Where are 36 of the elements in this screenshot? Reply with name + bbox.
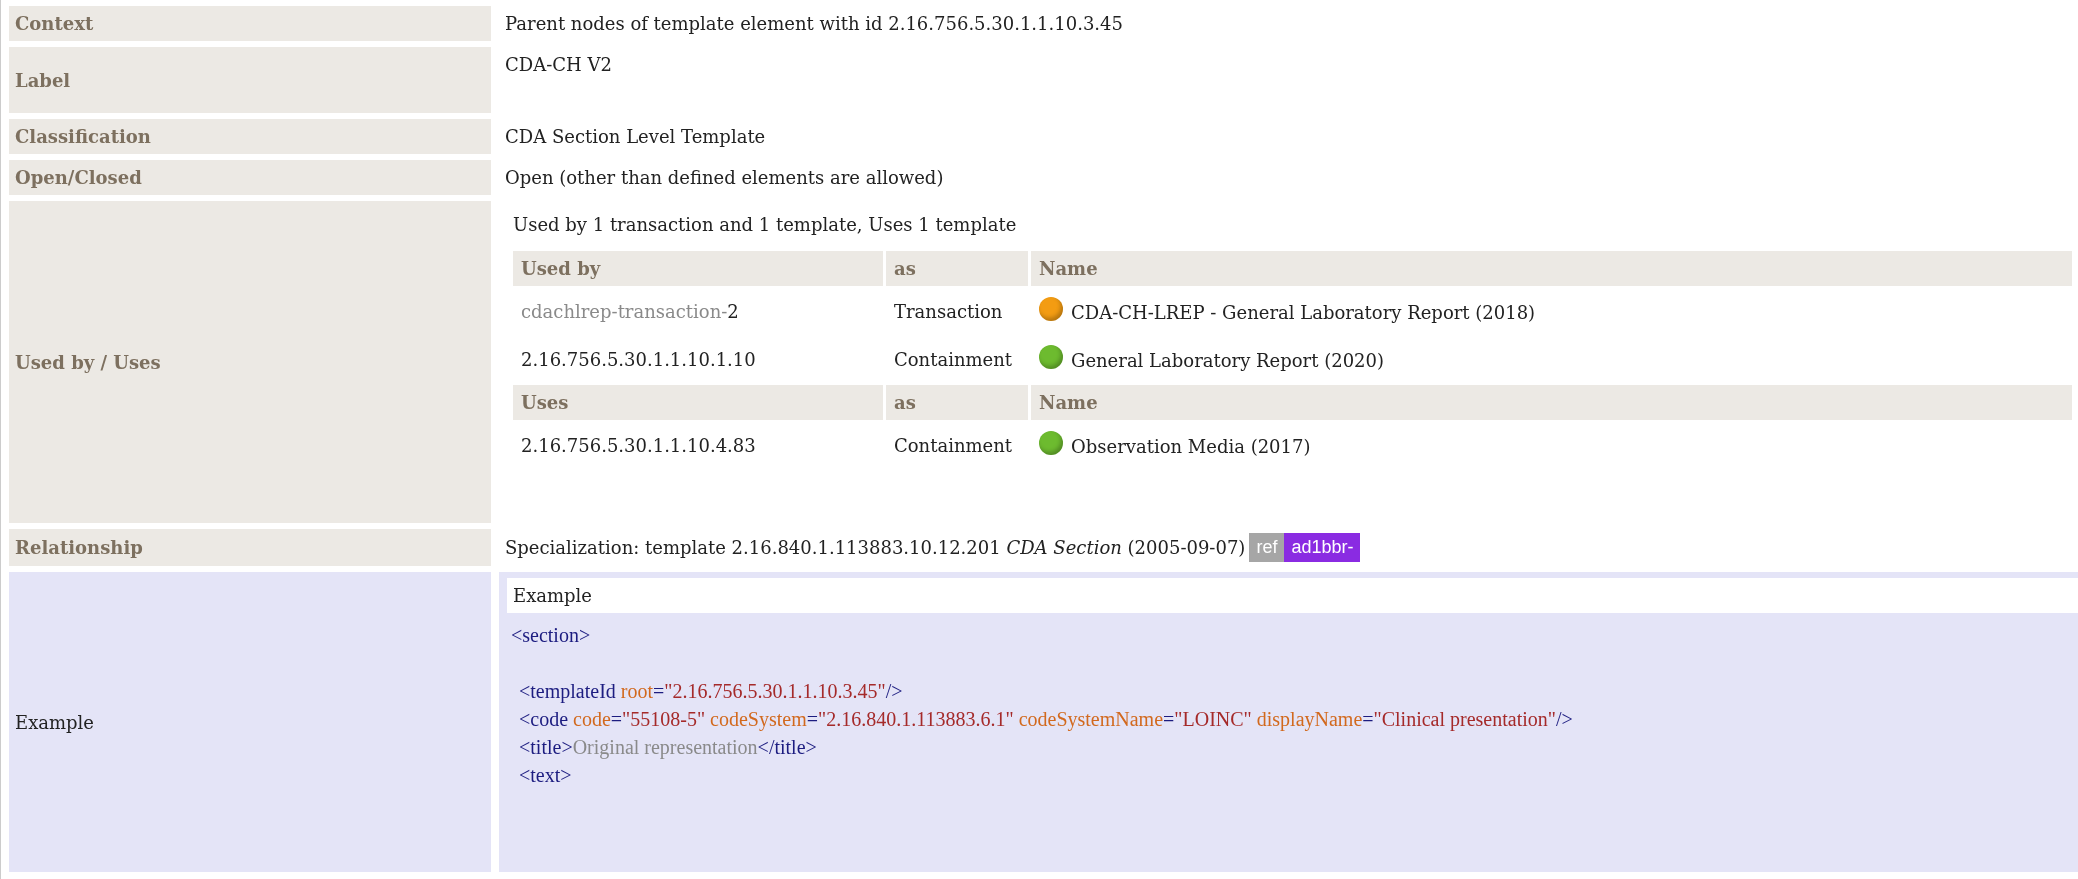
field-label: Used by / Uses	[9, 201, 491, 523]
tag: ad1bbr-	[1284, 533, 1361, 562]
code-line: <title>Original representation</title>	[518, 735, 817, 761]
template-id: cdachlrep-transaction-2	[520, 300, 740, 324]
field-label: Classification	[9, 119, 491, 154]
usage-summary: Used by 1 transaction and 1 template, Uses 1 template	[513, 213, 1018, 237]
template-id: 2.16.756.5.30.1.1.10.4.83	[520, 434, 757, 458]
code-line: <templateId root="2.16.756.5.30.1.1.10.3.45"/>	[518, 679, 903, 705]
field-label: Open/Closed	[9, 160, 491, 195]
field-label: Context	[9, 6, 491, 41]
field-value: CDA-CH V2	[504, 53, 613, 77]
usage-type: Transaction	[893, 300, 1004, 324]
template-name: General Laboratory Report (2020)	[1071, 350, 1384, 371]
template-name: Observation Media (2017)	[1071, 436, 1311, 457]
field-value: CDA Section Level Template	[504, 125, 767, 149]
field-value: Open (other than defined elements are allowed)	[504, 166, 945, 190]
column-header: Name	[1031, 251, 2072, 286]
column-header: Uses	[513, 385, 883, 420]
template-name: CDA-CH-LREP - General Laboratory Report (2018)	[1071, 302, 1536, 323]
usage-type: Containment	[893, 348, 1014, 372]
code-line: <section>	[511, 623, 591, 648]
tag: ref	[1249, 533, 1285, 562]
code-line: <text>	[518, 763, 572, 788]
column-header: Used by	[513, 251, 883, 286]
column-header: as	[886, 251, 1028, 286]
field-label: Example	[9, 572, 491, 872]
code-line: <code code="55108-5" codeSystem="2.16.840.1.113883.6.1" codeSystemName="LOINC" displayName="Clinical presentation"/>	[518, 707, 1573, 733]
relationship-text: Specialization: template 2.16.840.1.113883.10.12.201 CDA Section (2005-09-07)	[505, 536, 1246, 560]
column-header: Name	[1031, 385, 2072, 420]
example-title: Example	[507, 578, 2078, 613]
field-value: Parent nodes of template element with id 2.16.756.5.30.1.1.10.3.45	[504, 12, 1124, 36]
field-label: Relationship	[9, 529, 491, 566]
column-header: as	[886, 385, 1028, 420]
field-label: Label	[9, 47, 491, 113]
template-id: 2.16.756.5.30.1.1.10.1.10	[520, 348, 757, 372]
usage-type: Containment	[893, 434, 1014, 458]
